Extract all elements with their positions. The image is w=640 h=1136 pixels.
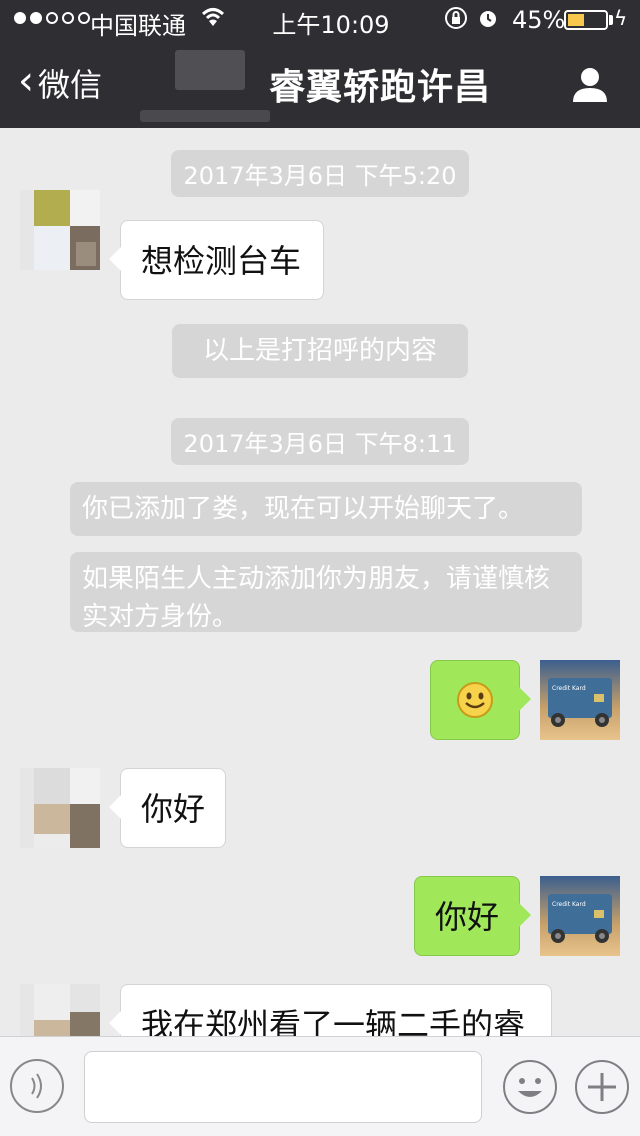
alarm-icon [476,6,500,36]
message-bubble-outgoing[interactable] [430,660,531,740]
back-button[interactable]: ‹ 微信 [18,60,102,106]
input-bar [0,1036,640,1136]
contact-avatar[interactable] [20,768,100,848]
battery-percentage: 45% [512,6,566,34]
system-message: 以上是打招呼的内容 [172,324,468,378]
svg-text:Credit Kard: Credit Kard [552,901,586,908]
status-time: 上午10:09 [272,11,390,39]
timestamp: 2017年3月6日 下午8:11 [0,418,640,465]
message-bubble-incoming[interactable]: 你好 [109,768,226,848]
nav-bar: ‹ 微信 睿翼轿跑许昌 [0,40,640,128]
charging-icon: ϟ [614,6,628,30]
signal-strength-icon [14,12,90,24]
emoji-button[interactable] [502,1059,558,1115]
system-message: 你已添加了娄，现在可以开始聊天了。 [70,482,582,536]
system-message: 如果陌生人主动添加你为朋友，请谨慎核实对方身份。 [70,552,582,632]
more-options-button[interactable] [574,1059,630,1115]
message-bubble-outgoing[interactable]: 你好 [414,876,531,956]
voice-icon [31,1073,42,1099]
contact-info-button[interactable] [570,64,610,104]
carrier-name: 中国联通 [90,12,186,40]
status-bar: 中国联通 上午10:09 45% ϟ [0,0,640,40]
message-input[interactable] [84,1051,482,1123]
chat-area[interactable]: 2017年3月6日 下午5:20 想检测台车 以上是打招呼的内容 2017年3月… [0,128,640,1036]
wifi-icon [200,6,226,34]
message-bubble-incoming[interactable]: 想检测台车 [109,220,324,300]
chevron-left-icon: ‹ [18,58,34,104]
rotation-lock-icon [444,6,468,36]
battery-icon [564,10,608,30]
my-avatar[interactable]: Credit Kard [540,876,620,956]
my-avatar[interactable]: Credit Kard [540,660,620,740]
battery-tip [609,15,613,25]
plus-icon [575,1060,629,1114]
contact-avatar[interactable] [20,190,100,270]
top-bar: 中国联通 上午10:09 45% ϟ ‹ 微信 睿翼轿跑许昌 [0,0,640,128]
person-icon [573,68,607,102]
back-label: 微信 [38,66,103,104]
voice-input-button[interactable] [10,1059,64,1113]
chat-title: 睿翼轿跑许昌 [268,67,491,108]
smiley-emoji-icon [457,682,493,718]
emoji-icon [503,1060,557,1114]
redacted-area-lower [140,110,270,122]
contact-avatar[interactable] [20,984,100,1036]
svg-text:Credit Kard: Credit Kard [552,685,586,692]
message-bubble-incoming[interactable]: 我在郑州看了一辆二手的睿 [109,984,552,1036]
redacted-area [175,50,245,90]
